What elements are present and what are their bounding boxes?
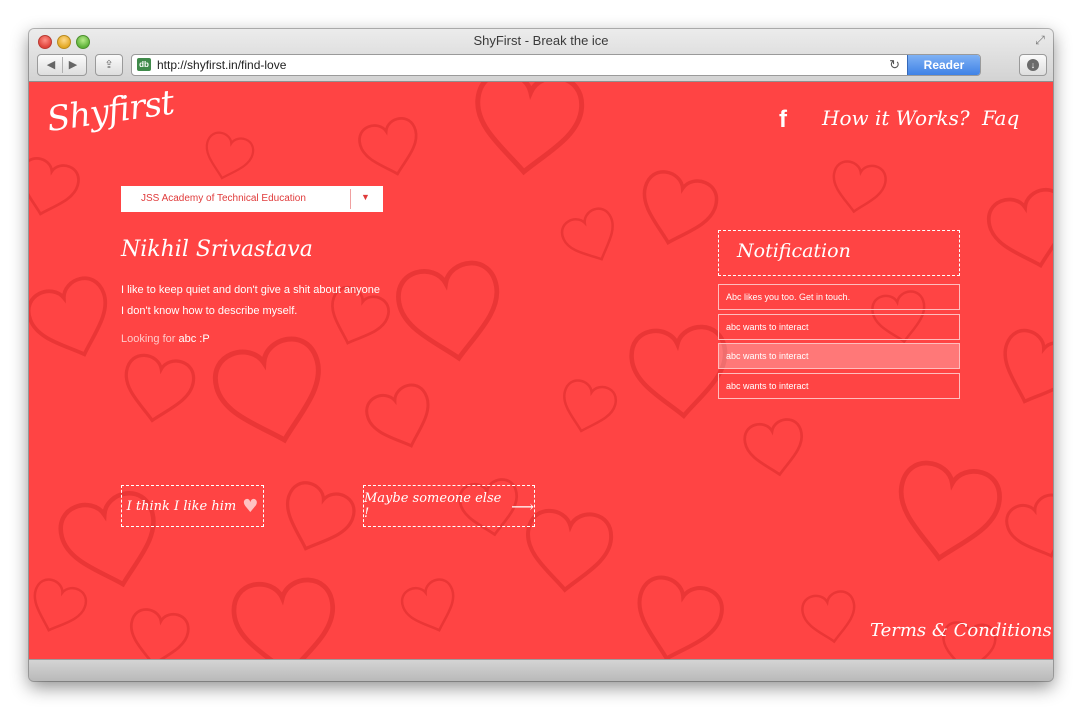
downloads-button[interactable]: ↓: [1019, 54, 1047, 76]
reader-button[interactable]: Reader: [907, 55, 980, 75]
notification-item[interactable]: abc wants to interact: [718, 314, 960, 340]
web-page: Shyfirst f How it Works? Faq JSS Academy…: [29, 82, 1053, 659]
heart-pattern-background: [29, 82, 1053, 659]
notification-header: Notification: [718, 230, 960, 276]
forward-icon[interactable]: ▶: [62, 55, 84, 75]
profile-bio-line-2: I don't know how to describe myself.: [121, 305, 298, 317]
chevron-down-icon[interactable]: ▼: [361, 192, 370, 202]
like-button-label: I think I like him: [126, 498, 237, 514]
notification-title: Notification: [737, 240, 851, 262]
heart-icon: ♥: [242, 495, 259, 517]
notification-item[interactable]: Abc likes you too. Get in touch.: [718, 284, 960, 310]
terms-link[interactable]: Terms & Conditions: [870, 620, 1052, 641]
browser-titlebar: ShyFirst - Break the ice ⤢ ◀ ▶ ⇪ db http:…: [29, 29, 1053, 82]
faq-link[interactable]: Faq: [982, 106, 1019, 130]
site-favicon-icon: db: [137, 58, 151, 71]
notification-item[interactable]: abc wants to interact: [718, 373, 960, 399]
college-select[interactable]: JSS Academy of Technical Education ▼: [121, 186, 383, 212]
download-icon: ↓: [1027, 59, 1039, 71]
profile-bio-line-1: I like to keep quiet and don't give a sh…: [121, 284, 380, 296]
browser-statusbar: [29, 659, 1053, 681]
back-icon[interactable]: ◀: [40, 55, 62, 75]
select-divider: [350, 189, 351, 209]
back-forward-buttons: ◀ ▶: [37, 54, 87, 76]
profile-name: Nikhil Srivastava: [121, 237, 313, 262]
browser-window: ShyFirst - Break the ice ⤢ ◀ ▶ ⇪ db http:…: [29, 29, 1053, 681]
how-it-works-link[interactable]: How it Works?: [822, 106, 970, 130]
url-text[interactable]: http://shyfirst.in/find-love: [157, 58, 286, 72]
window-title: ShyFirst - Break the ice: [473, 33, 609, 48]
notification-item[interactable]: abc wants to interact: [718, 343, 960, 369]
like-button[interactable]: I think I like him ♥: [121, 485, 264, 527]
skip-button-label: Maybe someone else !: [364, 491, 502, 521]
facebook-icon[interactable]: f: [779, 106, 787, 134]
skip-button[interactable]: Maybe someone else ! ⟶: [363, 485, 535, 527]
nav-divider: [62, 57, 63, 73]
reload-icon[interactable]: ↻: [889, 57, 900, 73]
college-select-value: JSS Academy of Technical Education: [141, 193, 306, 204]
looking-for-value: abc :P: [178, 333, 210, 345]
share-button[interactable]: ⇪: [95, 54, 123, 76]
looking-for: Looking for abc :P: [121, 333, 210, 345]
arrow-right-icon: ⟶: [511, 496, 534, 516]
address-bar[interactable]: db http://shyfirst.in/find-love ↻ Reader: [131, 54, 981, 76]
looking-for-label: Looking for: [121, 333, 176, 345]
fullscreen-icon[interactable]: ⤢: [1033, 33, 1047, 47]
share-icon: ⇪: [104, 59, 114, 71]
